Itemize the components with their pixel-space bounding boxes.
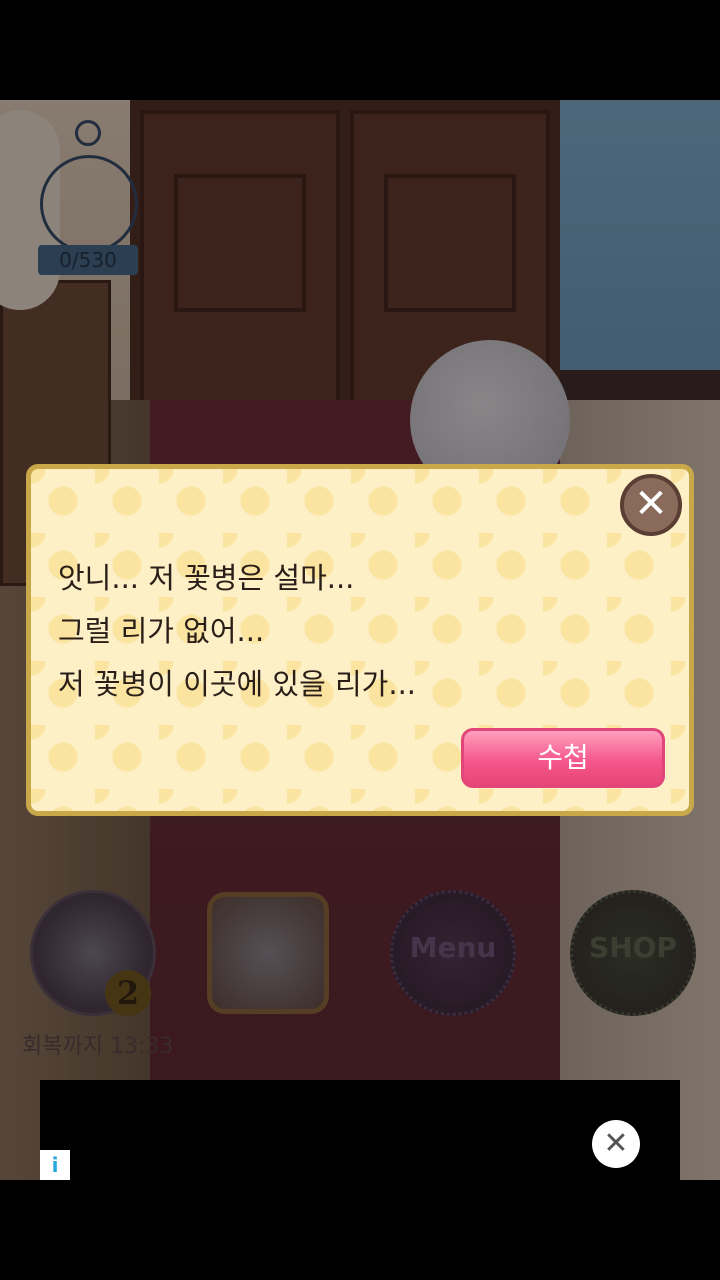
dialog-line-1: 앗니... 저 꽃병은 설마... [58,561,355,595]
ad-close-icon[interactable]: ✕ [592,1120,640,1168]
close-icon[interactable]: ✕ [620,474,682,536]
notebook-button[interactable]: 수첩 [461,728,665,788]
dialog-text: 앗니... 저 꽃병은 설마... 그럴 리가 없어... 저 꽃병이 이곳에 … [58,552,658,711]
dialog-line-3: 저 꽃병이 이곳에 있을 리가... [58,667,417,701]
ad-banner[interactable] [40,1080,680,1180]
info-icon[interactable]: i [40,1150,70,1180]
dialog-line-2: 그럴 리가 없어... [58,614,265,648]
